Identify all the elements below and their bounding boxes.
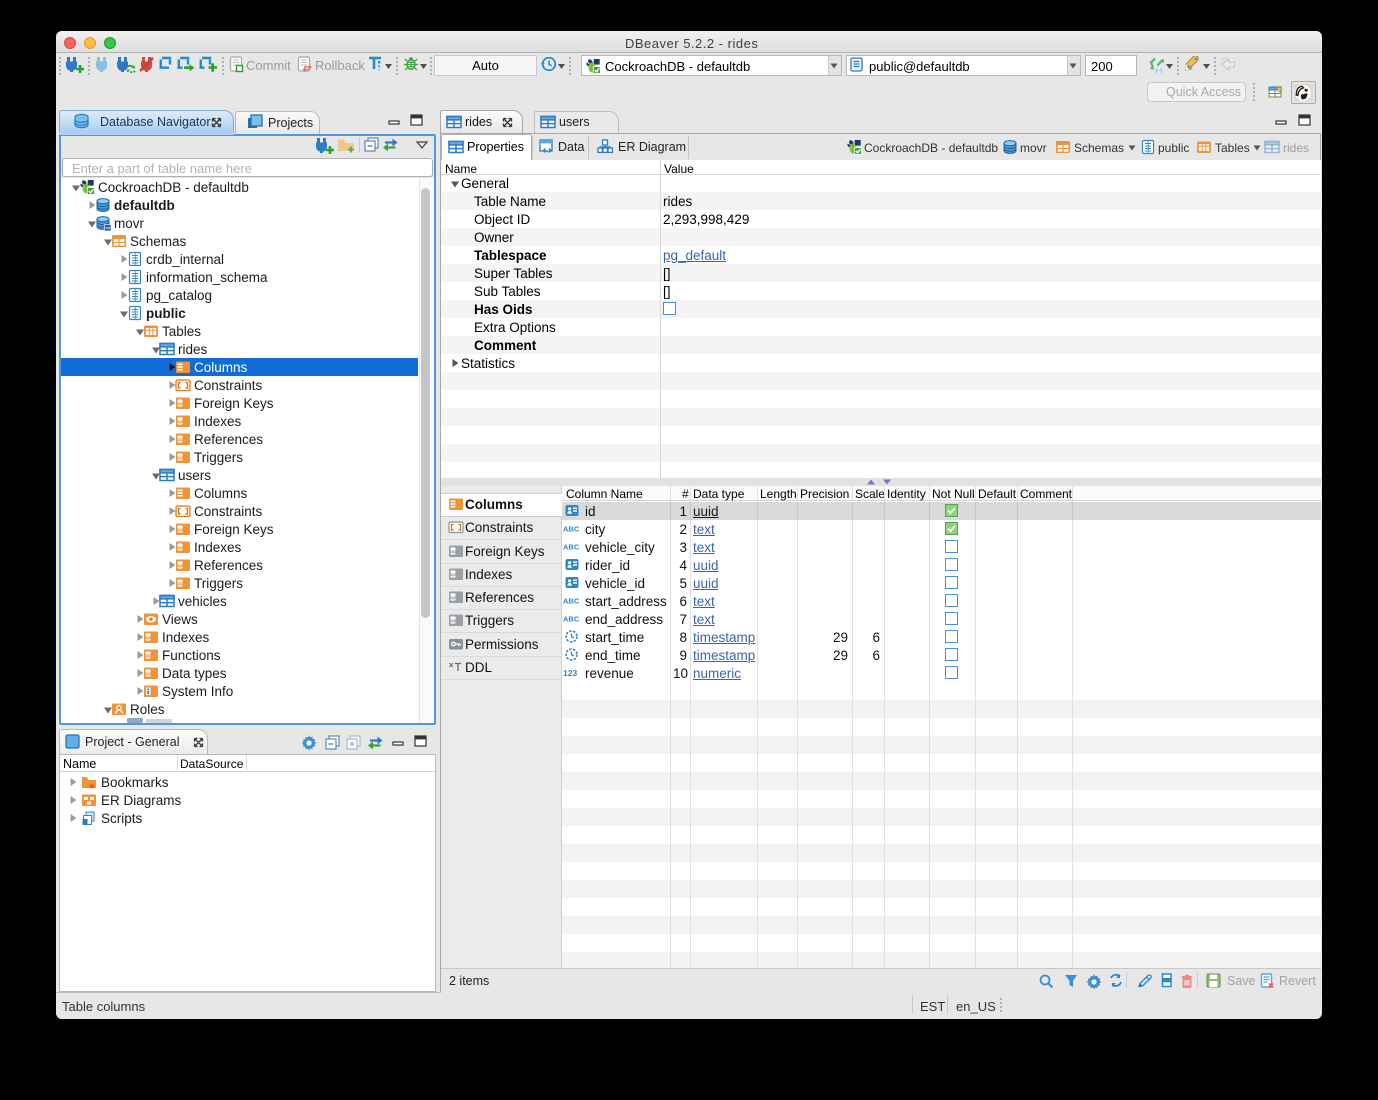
svg-text:ABC: ABC xyxy=(563,543,579,552)
svg-text:123: 123 xyxy=(563,668,577,678)
svg-text:ABC: ABC xyxy=(563,597,579,606)
svg-text:ABC: ABC xyxy=(563,615,579,624)
svg-text:(-): (-) xyxy=(1156,68,1163,74)
svg-text:ABC: ABC xyxy=(563,525,579,534)
